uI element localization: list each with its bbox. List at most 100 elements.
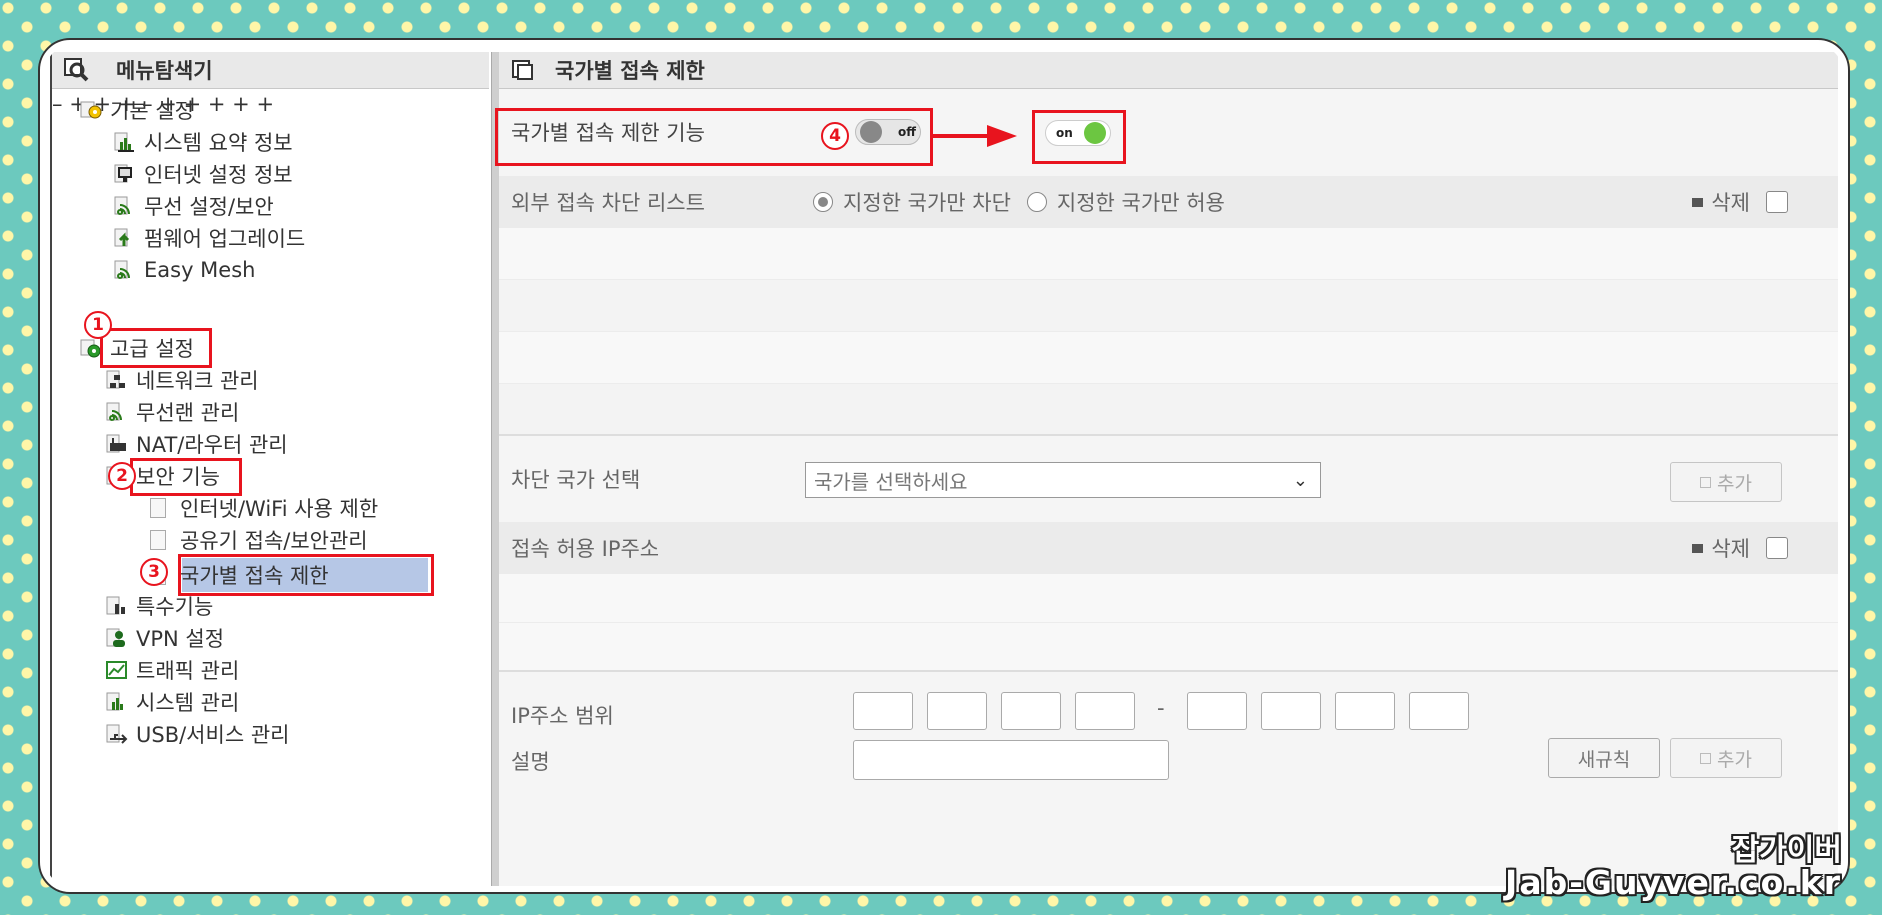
tree-item-wireless-security[interactable]: 무선 설정/보안 bbox=[114, 192, 274, 220]
tree-item-label: 네트워크 관리 bbox=[136, 369, 259, 393]
description-label: 설명 bbox=[511, 750, 550, 774]
delete-ip-checkbox[interactable] bbox=[1766, 537, 1788, 559]
tree-item-easy-mesh[interactable]: Easy Mesh bbox=[114, 256, 255, 284]
vpn-user-icon bbox=[106, 628, 128, 648]
menu-explorer-header: 메뉴탐색기 bbox=[52, 52, 489, 89]
country-select[interactable]: 국가를 선택하세요 ⌄ bbox=[805, 462, 1321, 498]
country-select-value: 국가를 선택하세요 bbox=[814, 469, 968, 494]
ip-end-octet-2[interactable] bbox=[1261, 692, 1321, 730]
tree-item-label: 무선 설정/보안 bbox=[144, 195, 274, 219]
block-list-header: 외부 접속 차단 리스트 지정한 국가만 차단 지정한 국가만 허용 삭제 bbox=[499, 176, 1838, 228]
annotation-badge-4: 4 bbox=[821, 122, 849, 150]
ip-start-octet-2[interactable] bbox=[927, 692, 987, 730]
main-header: 국가별 접속 제한 bbox=[499, 52, 1838, 89]
add-ip-button[interactable]: 추가 bbox=[1670, 738, 1782, 778]
tree-item-label: 펌웨어 업그레이드 bbox=[144, 227, 306, 251]
chart-icon bbox=[106, 692, 128, 712]
page-icon bbox=[150, 498, 172, 518]
tree-item-router-access-security[interactable]: 공유기 접속/보안관리 bbox=[150, 526, 368, 554]
settings-folder-icon bbox=[80, 100, 102, 120]
network-icon bbox=[106, 370, 128, 390]
tree-basic-settings[interactable]: 기본 설정 bbox=[80, 96, 194, 124]
expand-traffic-toggle[interactable]: + bbox=[208, 92, 226, 116]
ip-range-label: IP주소 범위 bbox=[511, 704, 614, 728]
tree-item-label: 인터넷 설정 정보 bbox=[144, 163, 293, 187]
expand-usb-toggle[interactable]: + bbox=[256, 92, 274, 116]
arrow-icon bbox=[933, 125, 1017, 147]
tree-item-label: VPN 설정 bbox=[136, 627, 225, 651]
tree-item-label: 무선랜 관리 bbox=[136, 401, 240, 425]
add-icon bbox=[1700, 476, 1712, 488]
annotation-box-3 bbox=[178, 554, 434, 596]
tree-item-vpn[interactable]: VPN 설정 bbox=[106, 624, 224, 652]
menu-explorer-title: 메뉴탐색기 bbox=[116, 59, 213, 83]
wifi-icon bbox=[114, 260, 136, 280]
tree-item-network[interactable]: 네트워크 관리 bbox=[106, 366, 259, 394]
expand-system-toggle[interactable]: + bbox=[232, 92, 250, 116]
usb-icon bbox=[106, 724, 128, 744]
upgrade-icon bbox=[114, 228, 136, 248]
ip-start-octet-3[interactable] bbox=[1001, 692, 1061, 730]
tree-item-label: 트래픽 관리 bbox=[136, 659, 240, 683]
radio-block-selected[interactable] bbox=[813, 192, 833, 212]
ip-start-octet-4[interactable] bbox=[1075, 692, 1135, 730]
tree-item-internet-info[interactable]: 인터넷 설정 정보 bbox=[114, 160, 293, 188]
delete-all-checkbox[interactable] bbox=[1766, 191, 1788, 213]
ip-end-octet-4[interactable] bbox=[1409, 692, 1469, 730]
tree-item-firmware-upgrade[interactable]: 펌웨어 업그레이드 bbox=[114, 224, 305, 252]
tree-item-special[interactable]: 특수기능 bbox=[106, 592, 213, 620]
watermark-line2: Jab-Guyver.co.kr bbox=[1505, 863, 1842, 903]
radio-allow[interactable] bbox=[1026, 192, 1047, 212]
tree-item-system[interactable]: 시스템 관리 bbox=[106, 688, 239, 716]
tree-item-label: 공유기 접속/보안관리 bbox=[180, 529, 368, 553]
screenshot-frame: 메뉴탐색기 기본 설정 시스템 요약 정보 인터넷 설정 정보 무선 설정/보안 bbox=[40, 40, 1848, 892]
add-country-button[interactable]: 추가 bbox=[1670, 462, 1782, 502]
annotation-box-1 bbox=[100, 328, 212, 368]
tree-item-label: 시스템 관리 bbox=[136, 691, 240, 715]
page-title: 국가별 접속 제한 bbox=[555, 59, 705, 83]
traffic-icon bbox=[106, 660, 128, 680]
radio-block-label: 지정한 국가만 차단 bbox=[843, 191, 1011, 215]
annotation-badge-2: 2 bbox=[108, 462, 136, 490]
tree-item-nat-router[interactable]: NAT/라우터 관리 bbox=[106, 430, 288, 458]
annotation-box-4 bbox=[495, 108, 933, 166]
feature-toggle-on[interactable]: on bbox=[1045, 120, 1111, 146]
tools-icon bbox=[106, 596, 128, 616]
description-input[interactable] bbox=[853, 740, 1169, 780]
tree-item-wireless[interactable]: 무선랜 관리 bbox=[106, 398, 239, 426]
chevron-down-icon: ⌄ bbox=[1292, 469, 1308, 491]
tree-item-system-summary[interactable]: 시스템 요약 정보 bbox=[114, 128, 293, 156]
explorer-search-icon bbox=[64, 58, 89, 82]
annotation-badge-3: 3 bbox=[140, 558, 168, 586]
ip-start-octet-1[interactable] bbox=[853, 692, 913, 730]
delete-icon bbox=[1692, 543, 1704, 553]
block-mode-radios: 지정한 국가만 차단 지정한 국가만 허용 bbox=[813, 187, 1225, 217]
settings-folder-icon bbox=[80, 338, 102, 358]
ip-end-octet-3[interactable] bbox=[1335, 692, 1395, 730]
country-select-label: 차단 국가 선택 bbox=[511, 468, 641, 492]
tree-item-usb-service[interactable]: USB/서비스 관리 bbox=[106, 720, 289, 748]
tree-item-label: 인터넷/WiFi 사용 제한 bbox=[180, 497, 379, 521]
tree-item-label: USB/서비스 관리 bbox=[136, 723, 290, 747]
refresh-rule-button[interactable]: 새규칙 bbox=[1548, 738, 1660, 778]
allowed-ip-delete: 삭제 bbox=[1692, 533, 1788, 563]
country-select-row: 차단 국가 선택 국가를 선택하세요 ⌄ 추가 bbox=[499, 436, 1838, 522]
tree-item-label: Easy Mesh bbox=[144, 258, 256, 282]
watermark-line1: 잡가이버 bbox=[1731, 832, 1842, 868]
router-icon bbox=[106, 434, 128, 454]
tree-item-traffic[interactable]: 트래픽 관리 bbox=[106, 656, 239, 684]
add-icon bbox=[1700, 752, 1712, 764]
tree-item-internet-wifi-limit[interactable]: 인터넷/WiFi 사용 제한 bbox=[150, 494, 378, 522]
tree-item-label: NAT/라우터 관리 bbox=[136, 433, 288, 457]
block-list-delete: 삭제 bbox=[1692, 187, 1788, 217]
wifi-icon bbox=[106, 402, 128, 422]
ip-range-dash: - bbox=[1157, 696, 1165, 720]
main-panel: 국가별 접속 제한 국가별 접속 제한 기능 off 4 on 외부 접속 차단… bbox=[495, 52, 1838, 886]
annotation-box-2 bbox=[130, 458, 242, 496]
tree-basic-settings-label: 기본 설정 bbox=[110, 99, 194, 123]
annotation-badge-1: 1 bbox=[84, 311, 112, 339]
collapse-advanced-toggle[interactable]: – bbox=[52, 92, 63, 116]
monitor-icon bbox=[114, 164, 136, 184]
ip-end-octet-1[interactable] bbox=[1187, 692, 1247, 730]
chart-icon bbox=[114, 132, 136, 152]
